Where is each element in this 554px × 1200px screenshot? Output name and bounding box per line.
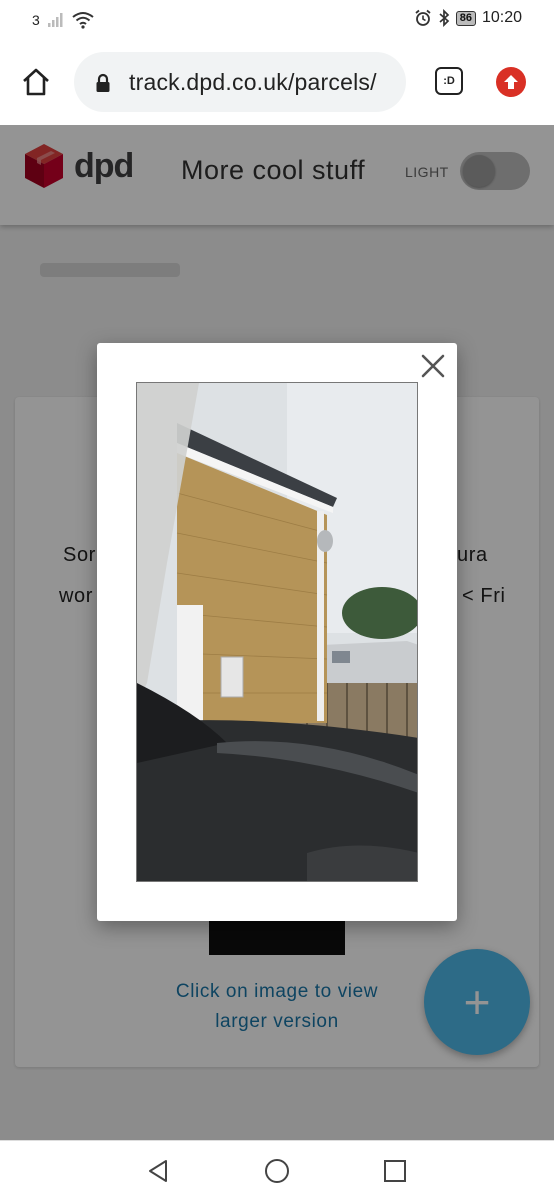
bluetooth-icon — [439, 9, 449, 27]
image-modal — [97, 343, 457, 921]
alarm-icon — [415, 9, 431, 26]
wifi-icon — [72, 12, 94, 29]
home-button[interactable] — [16, 62, 56, 102]
upgrade-arrow-icon — [504, 75, 518, 89]
signal-icon — [47, 13, 63, 27]
close-icon[interactable] — [420, 353, 446, 379]
status-right: 86 10:20 — [414, 9, 522, 27]
carrier-label: 3 — [32, 12, 40, 28]
home-icon — [23, 68, 49, 96]
delivery-photo-drawing — [137, 383, 417, 881]
status-bar: 3 86 10:20 — [0, 0, 554, 40]
home-circle-icon[interactable] — [262, 1156, 292, 1186]
system-nav-bar — [0, 1140, 554, 1200]
url-text: track.dpd.co.uk/parcels/ — [129, 69, 377, 95]
browser-toolbar: track.dpd.co.uk/parcels/ :D — [0, 40, 554, 125]
recents-square-icon[interactable] — [380, 1156, 410, 1186]
back-triangle-icon[interactable] — [144, 1156, 174, 1186]
clock: 10:20 — [481, 9, 522, 26]
battery-icon: 86 — [455, 10, 476, 26]
address-bar[interactable]: track.dpd.co.uk/parcels/ — [74, 52, 406, 112]
tab-switcher-icon[interactable]: :D — [435, 67, 463, 95]
upgrade-button[interactable] — [496, 67, 526, 97]
delivery-photo[interactable] — [136, 382, 418, 882]
lock-icon — [96, 73, 110, 92]
status-left: 3 — [32, 11, 94, 29]
